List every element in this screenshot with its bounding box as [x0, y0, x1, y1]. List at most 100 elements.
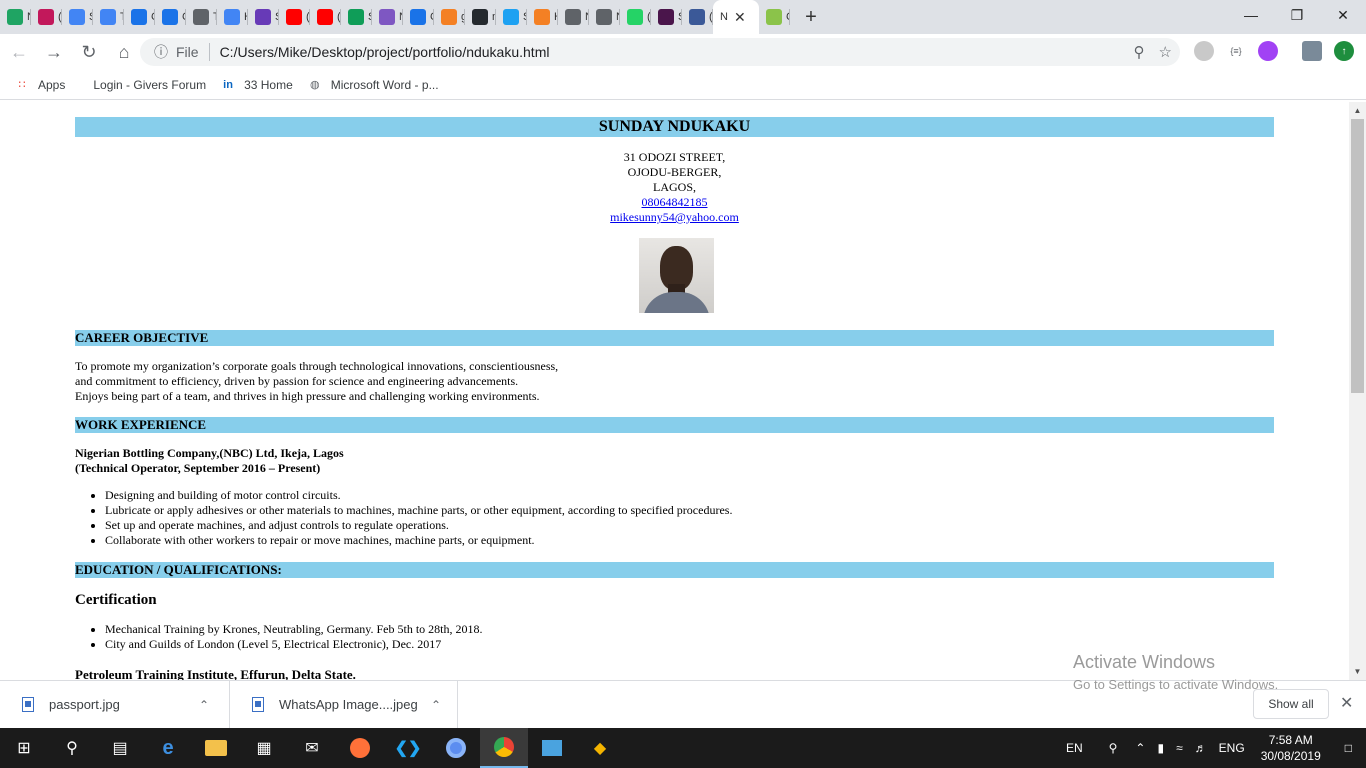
- clock[interactable]: 7:58 AM 30/08/2019: [1251, 732, 1331, 764]
- list-item: Lubricate or apply adhesives or other ma…: [105, 503, 1274, 518]
- tabs: N(S T C C T H S((S N Cg n S H N N(S(N ✕ C: [0, 0, 790, 34]
- people-icon[interactable]: ⚲: [1103, 741, 1124, 755]
- list-item: City and Guilds of London (Level 5, Elec…: [105, 637, 1274, 652]
- notifications-icon[interactable]: □: [1331, 741, 1366, 755]
- browser-tab[interactable]: S: [248, 0, 279, 34]
- browser-tab[interactable]: S: [341, 0, 372, 34]
- wifi-icon[interactable]: ≈: [1170, 741, 1189, 755]
- scroll-down-icon[interactable]: ▼: [1349, 663, 1366, 680]
- browser-tab[interactable]: (: [279, 0, 310, 34]
- browser-tab[interactable]: C: [124, 0, 155, 34]
- bookmark-item[interactable]: Login - Givers Forum: [85, 77, 206, 93]
- volume-icon[interactable]: ♬: [1189, 741, 1213, 755]
- browser-tab[interactable]: g: [434, 0, 465, 34]
- bookmark-item[interactable]: in 33 Home: [220, 77, 293, 93]
- system-tray: EN ⚲ ⌃ ▮ ≈ ♬ ENG 7:58 AM 30/08/2019 □: [1060, 728, 1366, 768]
- forward-button[interactable]: →: [38, 36, 70, 68]
- browser-tab[interactable]: (: [310, 0, 341, 34]
- search-button[interactable]: ⚲: [48, 728, 96, 768]
- tab-title: C: [786, 11, 790, 23]
- git-app[interactable]: ◆: [576, 728, 624, 768]
- back-button[interactable]: ←: [3, 36, 35, 68]
- url-text[interactable]: C:/Users/Mike/Desktop/project/portfolio/…: [220, 44, 550, 60]
- browser-tab[interactable]: T: [186, 0, 217, 34]
- bookmark-item[interactable]: ∷ Apps: [14, 77, 66, 93]
- job-title-block: Nigerian Bottling Company,(NBC) Ltd, Ike…: [75, 446, 1274, 476]
- browser-tab[interactable]: N: [0, 0, 31, 34]
- vertical-scrollbar[interactable]: ▲ ▼: [1349, 102, 1366, 680]
- browser-tab[interactable]: C: [403, 0, 434, 34]
- store-app[interactable]: ▦: [240, 728, 288, 768]
- list-item: Collaborate with other workers to repair…: [105, 533, 1274, 548]
- close-tab-icon[interactable]: ✕: [734, 9, 746, 26]
- extension-icon[interactable]: [1302, 41, 1322, 61]
- image-file-icon: [252, 697, 264, 712]
- reload-button[interactable]: ↻: [73, 36, 105, 68]
- close-window-button[interactable]: ✕: [1320, 0, 1366, 30]
- browser-tab[interactable]: N: [589, 0, 620, 34]
- browser-tab[interactable]: H: [217, 0, 248, 34]
- browser-tab[interactable]: S: [651, 0, 682, 34]
- start-button[interactable]: ⊞: [0, 728, 48, 768]
- browser-tab[interactable]: N: [372, 0, 403, 34]
- control-panel-icon: [542, 740, 562, 756]
- chevron-up-icon[interactable]: ⌃: [431, 698, 441, 712]
- paragraph-line: and commitment to efficiency, driven by …: [75, 374, 519, 388]
- phone-link[interactable]: 08064842185: [642, 195, 708, 209]
- github-icon: [472, 9, 488, 25]
- control-panel-app[interactable]: [528, 728, 576, 768]
- chromium-app[interactable]: [432, 728, 480, 768]
- vscode-app[interactable]: ❮❯: [384, 728, 432, 768]
- edge-app[interactable]: e: [144, 728, 192, 768]
- extension-icon[interactable]: [1258, 41, 1278, 61]
- browser-tab[interactable]: (: [31, 0, 62, 34]
- update-icon[interactable]: ↑: [1334, 41, 1354, 61]
- firefox-app[interactable]: [336, 728, 384, 768]
- task-view-button[interactable]: ▤: [96, 728, 144, 768]
- globe-icon: [193, 9, 209, 25]
- browser-tab[interactable]: C: [759, 0, 790, 34]
- explorer-app[interactable]: [192, 728, 240, 768]
- folder-icon: [205, 740, 227, 756]
- bookmark-item[interactable]: ◍ Microsoft Word - p...: [307, 77, 439, 93]
- browser-tab[interactable]: C: [155, 0, 186, 34]
- download-item[interactable]: WhatsApp Image....jpeg ⌃: [230, 680, 458, 729]
- download-filename: WhatsApp Image....jpeg: [279, 697, 418, 712]
- extension-icon[interactable]: [1194, 41, 1214, 61]
- show-all-button[interactable]: Show all: [1253, 689, 1329, 719]
- star-icon[interactable]: ☆: [1159, 43, 1172, 61]
- scroll-up-icon[interactable]: ▲: [1349, 102, 1366, 119]
- language-indicator[interactable]: EN: [1060, 741, 1089, 755]
- info-icon[interactable]: ⓘ: [146, 42, 176, 62]
- zoom-icon[interactable]: ⚲: [1134, 43, 1145, 61]
- minimize-button[interactable]: —: [1228, 0, 1274, 30]
- browser-tab[interactable]: S: [62, 0, 93, 34]
- slack-icon: [658, 9, 674, 25]
- battery-icon[interactable]: ▮: [1151, 741, 1170, 755]
- browser-tab[interactable]: T: [93, 0, 124, 34]
- browser-tab[interactable]: S: [496, 0, 527, 34]
- browser-tab[interactable]: n: [465, 0, 496, 34]
- browser-tab[interactable]: (: [620, 0, 651, 34]
- drive-icon: [7, 9, 23, 25]
- scroll-thumb[interactable]: [1351, 119, 1364, 393]
- address-bar[interactable]: ⓘ File C:/Users/Mike/Desktop/project/por…: [140, 38, 1180, 66]
- close-icon[interactable]: ✕: [1340, 693, 1353, 713]
- new-tab-button[interactable]: +: [796, 0, 826, 34]
- json-extension-icon[interactable]: {≡}: [1226, 41, 1246, 61]
- browser-tab[interactable]: (: [682, 0, 713, 34]
- input-indicator[interactable]: ENG: [1213, 741, 1251, 755]
- paragraph-line: Enjoys being part of a team, and thrives…: [75, 389, 540, 403]
- chrome-app[interactable]: [480, 728, 528, 768]
- browser-tab[interactable]: H: [527, 0, 558, 34]
- email-link[interactable]: mikesunny54@yahoo.com: [610, 210, 739, 224]
- download-item[interactable]: passport.jpg ⌃: [0, 680, 230, 729]
- certifications-list: Mechanical Training by Krones, Neutrabli…: [75, 622, 1274, 652]
- mail-app[interactable]: ✉: [288, 728, 336, 768]
- browser-tab[interactable]: N ✕: [713, 0, 759, 34]
- chevron-up-icon[interactable]: ⌃: [1129, 741, 1151, 755]
- chevron-up-icon[interactable]: ⌃: [199, 698, 209, 712]
- restore-button[interactable]: ❐: [1274, 0, 1320, 30]
- home-button[interactable]: ⌂: [108, 36, 140, 68]
- browser-tab[interactable]: N: [558, 0, 589, 34]
